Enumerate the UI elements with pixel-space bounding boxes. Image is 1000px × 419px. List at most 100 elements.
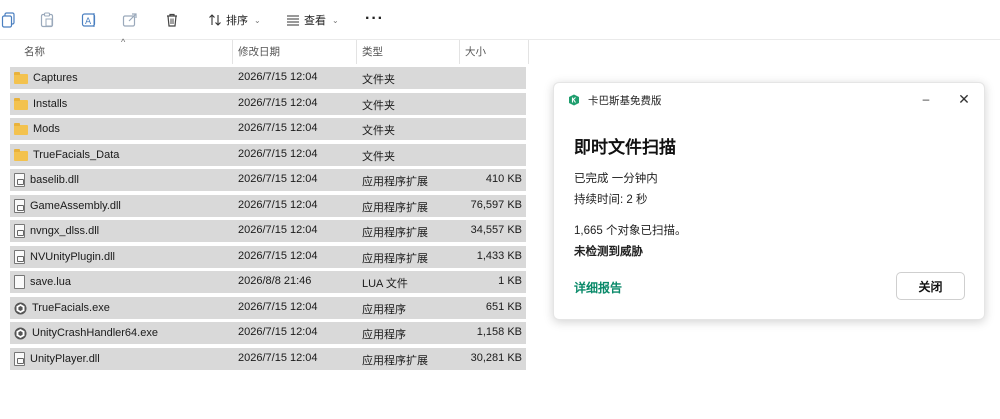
file-name: Captures — [33, 72, 78, 84]
file-name-cell: save.lua — [14, 271, 71, 293]
file-row[interactable]: TrueFacials.exe 2026/7/15 12:04 应用程序 651 KB — [10, 297, 526, 319]
close-button[interactable]: 关闭 — [896, 272, 965, 300]
file-row[interactable]: Mods 2026/7/15 12:04 文件夹 — [10, 118, 526, 140]
command-bar: A 排序 ⌄ 查看 ⌄ ··· — [0, 0, 1000, 40]
file-row[interactable]: NVUnityPlugin.dll 2026/7/15 12:04 应用程序扩展 1,… — [10, 246, 526, 268]
file-row[interactable]: UnityPlayer.dll 2026/7/15 12:04 应用程序扩展 30,2… — [10, 348, 526, 370]
dll-icon — [14, 250, 25, 264]
file-name-cell: Installs — [14, 93, 67, 115]
share-icon[interactable] — [121, 11, 139, 29]
folder-icon — [14, 123, 28, 135]
file-row[interactable]: baselib.dll 2026/7/15 12:04 应用程序扩展 410 KB — [10, 169, 526, 191]
file-type: 应用程序 — [362, 304, 406, 316]
file-row[interactable]: Captures 2026/7/15 12:04 文件夹 — [10, 67, 526, 89]
dll-icon — [14, 352, 25, 366]
rename-icon[interactable]: A — [80, 11, 98, 29]
file-name: UnityCrashHandler64.exe — [32, 327, 158, 339]
file-name-cell: Mods — [14, 118, 60, 140]
notification-app-name: 卡巴斯基免费版 — [588, 95, 662, 107]
file-name-cell: nvngx_dlss.dll — [14, 220, 99, 242]
sort-icon — [209, 14, 221, 26]
file-name: NVUnityPlugin.dll — [30, 251, 115, 263]
unity-app-icon — [14, 302, 27, 315]
file-name: TrueFacials.exe — [32, 302, 110, 314]
threat-result: 未检测到威胁 — [574, 246, 643, 258]
file-type: 应用程序扩展 — [362, 355, 428, 367]
file-type: 文件夹 — [362, 125, 395, 137]
file-modified: 2026/8/8 21:46 — [238, 275, 312, 287]
dll-icon — [14, 224, 25, 238]
file-row[interactable]: GameAssembly.dll 2026/7/15 12:04 应用程序扩展 76,… — [10, 195, 526, 217]
file-row[interactable]: nvngx_dlss.dll 2026/7/15 12:04 应用程序扩展 34,55… — [10, 220, 526, 242]
delete-icon[interactable] — [163, 11, 181, 29]
file-name: nvngx_dlss.dll — [30, 225, 100, 237]
column-divider[interactable] — [528, 40, 529, 64]
file-modified: 2026/7/15 12:04 — [238, 250, 318, 262]
scan-duration: 持续时间: 2 秒 — [574, 194, 648, 206]
file-name: save.lua — [30, 276, 71, 288]
file-modified: 2026/7/15 12:04 — [238, 224, 318, 236]
sort-label: 排序 — [226, 15, 248, 27]
file-size: 30,281 KB — [470, 352, 522, 364]
paste-icon[interactable] — [38, 11, 56, 29]
folder-icon — [14, 98, 28, 110]
file-type: 文件夹 — [362, 151, 395, 163]
file-name: baselib.dll — [30, 174, 79, 186]
file-type: 应用程序扩展 — [362, 227, 428, 239]
file-modified: 2026/7/15 12:04 — [238, 71, 318, 83]
file-modified: 2026/7/15 12:04 — [238, 199, 318, 211]
file-size: 1,158 KB — [476, 326, 522, 338]
file-name: UnityPlayer.dll — [30, 353, 100, 365]
file-size: 410 KB — [485, 173, 522, 185]
sort-ascending-icon: ^ — [121, 37, 126, 47]
file-modified: 2026/7/15 12:04 — [238, 148, 318, 160]
folder-icon — [14, 72, 28, 84]
file-size: 651 KB — [485, 301, 522, 313]
file-size: 1,433 KB — [476, 250, 522, 262]
view-button[interactable]: 查看 ⌄ — [286, 11, 339, 29]
file-type: 应用程序扩展 — [362, 176, 428, 188]
column-divider[interactable] — [232, 40, 233, 64]
file-row[interactable]: save.lua 2026/8/8 21:46 LUA 文件 1 KB — [10, 271, 526, 293]
folder-icon — [14, 149, 28, 161]
minimize-button[interactable]: – — [916, 89, 936, 109]
dll-icon — [14, 173, 25, 187]
file-name-cell: GameAssembly.dll — [14, 195, 121, 217]
file-type: 文件夹 — [362, 74, 395, 86]
file-modified: 2026/7/15 12:04 — [238, 97, 318, 109]
column-divider[interactable] — [459, 40, 460, 64]
chevron-down-icon: ⌄ — [254, 15, 261, 25]
file-type: 应用程序扩展 — [362, 253, 428, 265]
objects-scanned: 1,665 个对象已扫描。 — [574, 225, 687, 237]
close-icon[interactable]: ✕ — [954, 89, 974, 109]
file-name: TrueFacials_Data — [33, 149, 120, 161]
file-name-cell: NVUnityPlugin.dll — [14, 246, 115, 268]
file-modified: 2026/7/15 12:04 — [238, 122, 318, 134]
more-options-button[interactable]: ··· — [365, 10, 384, 28]
view-label: 查看 — [304, 15, 326, 27]
file-size: 76,597 KB — [470, 199, 522, 211]
column-header-size[interactable]: 大小 — [465, 40, 486, 62]
sort-button[interactable]: 排序 ⌄ — [208, 11, 261, 29]
copy-icon[interactable] — [0, 11, 18, 29]
file-row[interactable]: Installs 2026/7/15 12:04 文件夹 — [10, 93, 526, 115]
file-size: 34,557 KB — [470, 224, 522, 236]
column-header-modified[interactable]: 修改日期 — [238, 40, 280, 62]
file-row[interactable]: TrueFacials_Data 2026/7/15 12:04 文件夹 — [10, 144, 526, 166]
file-modified: 2026/7/15 12:04 — [238, 301, 318, 313]
scan-status: 已完成 一分钟内 — [574, 173, 658, 185]
file-type: 文件夹 — [362, 100, 395, 112]
column-header-name[interactable]: 名称 — [24, 40, 45, 62]
file-size: 1 KB — [498, 275, 522, 287]
svg-text:A: A — [85, 17, 92, 27]
file-modified: 2026/7/15 12:04 — [238, 173, 318, 185]
column-header-type[interactable]: 类型 — [362, 40, 383, 62]
file-type: 应用程序扩展 — [362, 202, 428, 214]
file-row[interactable]: UnityCrashHandler64.exe 2026/7/15 12:04 应用… — [10, 322, 526, 344]
file-modified: 2026/7/15 12:04 — [238, 352, 318, 364]
notification-title: 即时文件扫描 — [574, 138, 676, 157]
file-name-cell: TrueFacials_Data — [14, 144, 119, 166]
detailed-report-link[interactable]: 详细报告 — [574, 279, 622, 296]
column-divider[interactable] — [356, 40, 357, 64]
view-icon — [287, 15, 299, 26]
